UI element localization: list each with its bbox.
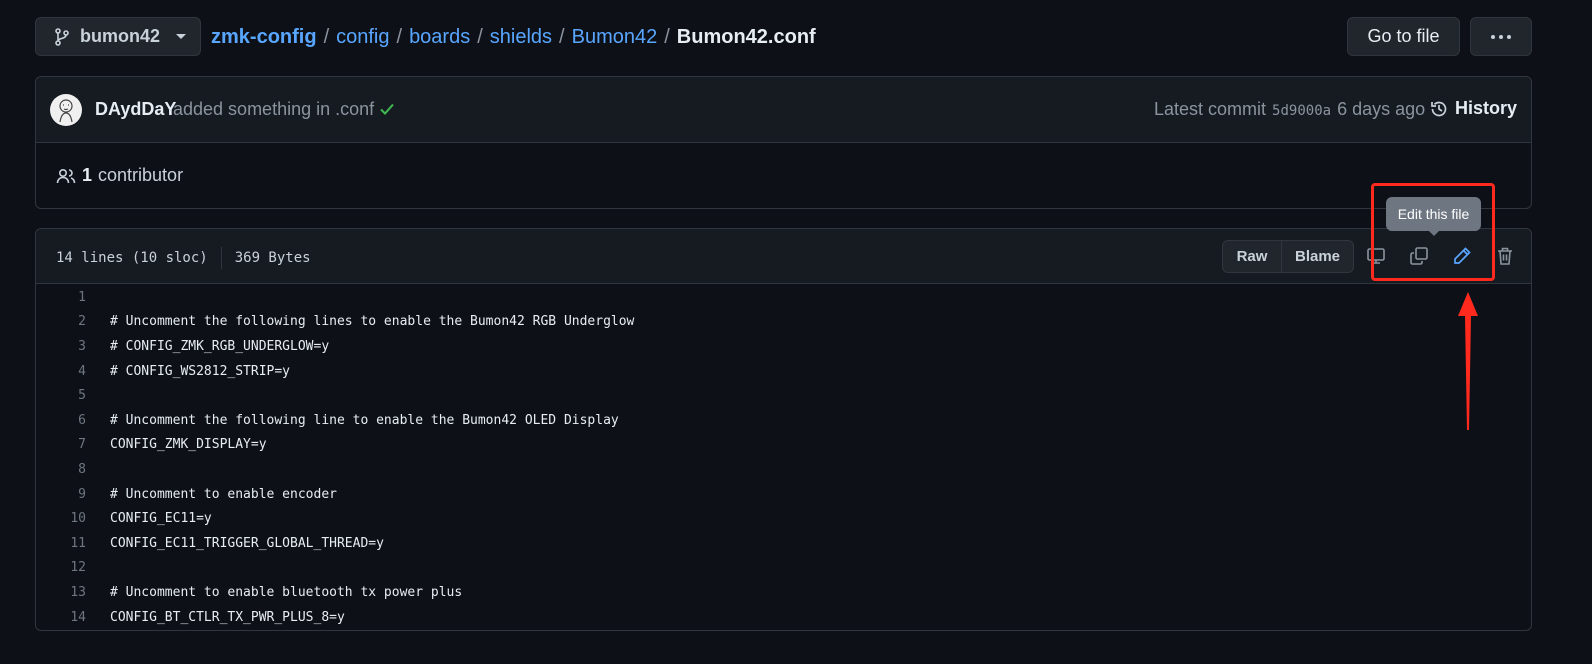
line-text: # Uncomment the following line to enable… [110, 412, 619, 428]
latest-commit-label: Latest commit [1154, 99, 1267, 119]
commit-sha-link[interactable]: 5d9000a [1272, 103, 1331, 119]
code-listing: 1 2 # Uncomment the following lines to en… [36, 285, 1531, 629]
commit-message[interactable]: added something in .conf [173, 99, 374, 120]
code-line: 11 CONFIG_EC11_TRIGGER_GLOBAL_THREAD=y [36, 531, 1531, 556]
breadcrumb-link-shields[interactable]: shields [490, 26, 552, 49]
line-number[interactable]: 11 [36, 536, 110, 551]
code-line: 3 # CONFIG_ZMK_RGB_UNDERGLOW=y [36, 334, 1531, 359]
line-number[interactable]: 12 [36, 560, 110, 575]
trash-icon[interactable] [1495, 245, 1515, 267]
divider [220, 247, 222, 269]
code-line: 12 [36, 556, 1531, 581]
contributors[interactable]: 1 contributor [56, 165, 183, 186]
code-line: 7 CONFIG_ZMK_DISPLAY=y [36, 433, 1531, 458]
history-label: History [1455, 98, 1518, 118]
line-text: CONFIG_ZMK_DISPLAY=y [110, 437, 267, 453]
breadcrumb-separator: / [559, 25, 565, 48]
line-number[interactable]: 6 [36, 413, 110, 428]
breadcrumb-link-bumon42[interactable]: Bumon42 [572, 26, 658, 49]
breadcrumb-link-config[interactable]: config [336, 26, 389, 49]
line-text: # CONFIG_ZMK_RGB_UNDERGLOW=y [110, 338, 330, 354]
line-number[interactable]: 4 [36, 364, 110, 379]
line-text: CONFIG_EC11=y [110, 511, 212, 527]
go-to-file-button[interactable]: Go to file [1347, 17, 1460, 56]
breadcrumb-separator: / [323, 25, 330, 48]
git-branch-icon [54, 27, 70, 46]
kebab-horizontal-icon [1491, 34, 1511, 39]
breadcrumb-current-file: Bumon42.conf [676, 25, 816, 48]
check-icon[interactable] [378, 100, 396, 123]
line-text: # Uncomment the following lines to enabl… [110, 314, 635, 330]
code-line: 6 # Uncomment the following line to enabl… [36, 408, 1531, 433]
code-line: 10 CONFIG_EC11=y [36, 506, 1531, 531]
code-line: 13 # Uncomment to enable bluetooth tx pow… [36, 580, 1531, 605]
history-icon [1429, 99, 1449, 119]
breadcrumb-separator: / [477, 25, 483, 48]
file-line-count: 14 lines (10 sloc) [56, 250, 208, 266]
blame-button[interactable]: Blame [1282, 241, 1353, 272]
line-number[interactable]: 1 [36, 290, 110, 305]
line-text: CONFIG_BT_CTLR_TX_PWR_PLUS_8=y [110, 609, 345, 625]
code-line: 2 # Uncomment the following lines to enab… [36, 310, 1531, 335]
line-number[interactable]: 9 [36, 487, 110, 502]
breadcrumb-link-boards[interactable]: boards [409, 26, 470, 49]
code-line: 9 # Uncomment to enable encoder [36, 482, 1531, 507]
branch-name: bumon42 [80, 26, 161, 46]
contributor-label: contributor [98, 165, 184, 185]
line-number[interactable]: 3 [36, 339, 110, 354]
line-number[interactable]: 5 [36, 388, 110, 403]
contributor-count: 1 [82, 165, 93, 185]
people-icon [56, 167, 76, 185]
code-line: 8 [36, 457, 1531, 482]
annotation-highlight-box [1371, 183, 1495, 281]
line-number[interactable]: 13 [36, 585, 110, 600]
breadcrumb: zmk-config / config / boards / shields /… [211, 24, 816, 50]
raw-button[interactable]: Raw [1223, 241, 1282, 272]
line-text: # Uncomment to enable bluetooth tx power… [110, 584, 463, 600]
file-info: 14 lines (10 sloc) 369 Bytes [56, 247, 311, 269]
breadcrumb-separator: / [664, 25, 670, 48]
file-view-button-group: Raw Blame [1222, 240, 1354, 273]
line-text: # Uncomment to enable encoder [110, 486, 337, 502]
line-number[interactable]: 10 [36, 511, 110, 526]
line-text: # CONFIG_WS2812_STRIP=y [110, 363, 291, 379]
breadcrumb-repo-link[interactable]: zmk-config [211, 26, 317, 49]
code-line: 1 [36, 285, 1531, 310]
line-number[interactable]: 2 [36, 314, 110, 329]
more-options-button[interactable] [1470, 17, 1532, 56]
line-number[interactable]: 14 [36, 610, 110, 625]
commit-time: 6 days ago [1337, 99, 1426, 119]
file-size: 369 Bytes [234, 250, 311, 266]
latest-commit-info: Latest commit 5d9000a 6 days ago [1154, 99, 1425, 120]
code-line: 14 CONFIG_BT_CTLR_TX_PWR_PLUS_8=y [36, 605, 1531, 630]
branch-selector-button[interactable]: bumon42 [35, 17, 201, 56]
code-line: 4 # CONFIG_WS2812_STRIP=y [36, 359, 1531, 384]
code-line: 5 [36, 383, 1531, 408]
avatar[interactable] [50, 94, 82, 126]
line-number[interactable]: 8 [36, 462, 110, 477]
line-text: CONFIG_EC11_TRIGGER_GLOBAL_THREAD=y [110, 535, 384, 551]
commit-author[interactable]: DAydDaY [95, 99, 176, 120]
history-button[interactable]: History [1429, 98, 1517, 119]
breadcrumb-separator: / [396, 25, 403, 48]
chevron-down-icon [176, 34, 187, 39]
line-number[interactable]: 7 [36, 437, 110, 452]
